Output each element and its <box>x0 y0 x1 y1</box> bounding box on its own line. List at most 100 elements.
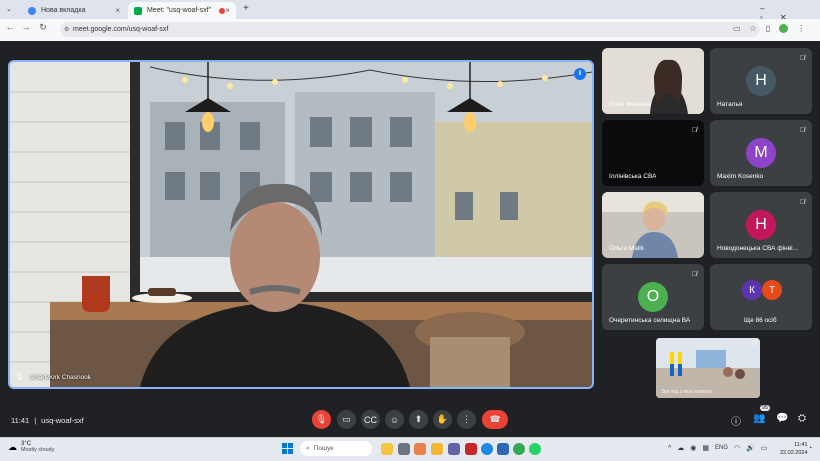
clock[interactable]: 11:41 22.02.2024 <box>780 441 808 457</box>
participant-avatar: M <box>746 138 776 168</box>
wifi-icon[interactable]: ◠ <box>734 444 740 452</box>
self-view[interactable]: 🎙̸ Вигляд з моєї камери <box>656 338 760 398</box>
more-participants-label: Ще 86 осіб <box>744 317 777 324</box>
url-text: meet.google.com/usq-woaf-sxf <box>73 26 169 33</box>
site-info-icon[interactable]: ⚙ <box>64 26 69 33</box>
search-placeholder: Пошук <box>313 445 334 452</box>
present-button[interactable]: ⬆ <box>409 410 428 429</box>
start-windows-icon[interactable] <box>282 443 293 454</box>
tab-search-icon[interactable]: ⌄ <box>6 5 16 15</box>
minimize-icon[interactable]: – <box>760 4 781 13</box>
recording-dot-icon <box>219 7 226 14</box>
app-icon[interactable] <box>465 443 477 455</box>
muted-mic-icon: 🎙̸ <box>691 199 697 206</box>
address-bar[interactable]: ⚙ meet.google.com/usq-woaf-sxf <box>60 22 760 37</box>
tab-meet[interactable]: Meet: "usq-woaf-sxf" × <box>128 2 236 19</box>
weather-widget[interactable]: ☁ 3°C Mostly cloudy <box>8 441 54 453</box>
chrome-taskbar-icon[interactable] <box>513 443 525 455</box>
meeting-code: usq-woaf-sxf <box>41 416 84 425</box>
store-icon[interactable] <box>497 443 509 455</box>
folder-icon[interactable] <box>431 443 443 455</box>
lang-indicator[interactable]: ENG <box>715 445 728 451</box>
sidebar-icon[interactable]: ▯ <box>766 24 770 33</box>
self-view-mic-icon: 🎙̸ <box>751 341 757 347</box>
meeting-time: 11:41 <box>11 416 30 425</box>
captions-button[interactable]: CC <box>361 410 380 429</box>
battery-icon[interactable]: ▭ <box>761 444 768 452</box>
muted-mic-icon: 🎙̸ <box>691 55 697 62</box>
task-view-icon[interactable] <box>398 443 410 455</box>
participant-avatar: О <box>638 282 668 312</box>
notification-icon[interactable]: ◔ <box>808 445 812 452</box>
emoji-button[interactable]: ☺ <box>385 410 404 429</box>
network-icon[interactable]: ▦ <box>702 444 709 452</box>
participant-tile[interactable]: Н 🎙̸ Наталья <box>710 48 812 114</box>
menu-icon[interactable]: ⋮ <box>797 24 805 33</box>
mic-toggle-button[interactable]: 🎙 <box>312 410 331 429</box>
self-view-label: Вигляд з моєї камери <box>662 389 712 395</box>
reload-icon[interactable]: ↻ <box>37 22 49 33</box>
file-explorer-icon[interactable] <box>381 443 393 455</box>
participant-avatar: Н <box>746 210 776 240</box>
chevron-up-icon[interactable]: ^ <box>668 445 671 452</box>
participant-avatar: Н <box>746 66 776 96</box>
participant-tile[interactable]: О 🎙̸ Очеретинська селищна ВА <box>602 264 704 330</box>
photos-icon[interactable] <box>414 443 426 455</box>
back-icon[interactable]: ← <box>4 22 16 32</box>
participant-name: Новодонецька СВА фінві... <box>717 245 798 252</box>
cast-icon[interactable]: ▭ <box>733 24 741 33</box>
profile-icon[interactable] <box>779 24 789 33</box>
participant-tile[interactable]: M 🎙̸ Maxim Kosenko <box>710 120 812 186</box>
muted-mic-icon: 🎙̸ <box>691 127 697 134</box>
tab-new-tab[interactable]: Нова вкладка × <box>22 2 126 19</box>
system-tray: ^ ☁ ◉ ▦ ENG ◠ 🔊 ▭ <box>668 444 768 453</box>
more-participants-tile[interactable]: К Т Ще 86 осіб <box>710 264 812 330</box>
meeting-details-icon[interactable]: ⓘ <box>731 413 741 428</box>
chat-icon[interactable]: 💬 <box>776 413 788 424</box>
edge-icon[interactable] <box>481 443 493 455</box>
bookmark-star-icon[interactable]: ☆ <box>750 24 757 33</box>
new-tab-button[interactable]: + <box>243 3 249 14</box>
teams-icon[interactable] <box>448 443 460 455</box>
main-speaker-video[interactable]: ⦀ 🎙 smartwork Chasnook <box>8 60 594 389</box>
forward-icon[interactable]: → <box>20 22 32 32</box>
leave-call-button[interactable]: ☎ <box>482 410 508 429</box>
participant-avatar: Т <box>762 280 782 300</box>
search-icon: ⌕ <box>306 444 310 452</box>
participant-tile[interactable]: 🎙̸ Іллінівська СВА <box>602 120 704 186</box>
participant-tile[interactable]: 🎙̸ Юлія Фесенко <box>602 48 704 114</box>
activities-icon[interactable]: ⛭ <box>798 413 806 424</box>
participant-avatar: К <box>742 280 762 300</box>
muted-mic-icon: 🎙̸ <box>799 127 805 134</box>
toolbar-icons: ▭ ☆ ▯ ⋮ <box>733 24 805 33</box>
meet-icon <box>134 6 142 15</box>
muted-mic-icon: 🎙̸ <box>799 199 805 206</box>
divider: | <box>34 416 37 425</box>
speaker-icon[interactable]: 🔊 <box>746 444 755 452</box>
tab-label: Нова вкладка <box>41 7 86 14</box>
speaker-mic-icon: 🎙 <box>15 374 24 381</box>
people-icon[interactable]: 👥 <box>753 413 765 424</box>
participant-name: Очеретинська селищна ВА <box>609 317 691 324</box>
cloud-icon[interactable]: ☁ <box>677 444 684 452</box>
more-options-button[interactable]: ⋮ <box>457 410 476 429</box>
speaker-name: smartwork Chasnook <box>30 374 92 381</box>
clock-time: 11:41 <box>794 442 808 448</box>
participant-tile[interactable]: Н 🎙̸ Новодонецька СВА фінві... <box>710 192 812 258</box>
weather-icon: ☁ <box>8 441 17 452</box>
speaker-scene <box>10 62 592 387</box>
participant-tile[interactable]: 🎙̸ Ольга Malik <box>602 192 704 258</box>
whatsapp-icon[interactable] <box>529 443 541 455</box>
camera-toggle-button[interactable]: ▭ <box>337 410 356 429</box>
raise-hand-button[interactable]: ✋ <box>433 410 452 429</box>
tab-close-icon[interactable]: × <box>225 6 230 15</box>
muted-mic-icon: 🎙̸ <box>799 55 805 62</box>
taskbar-search[interactable]: ⌕ Пошук <box>300 441 372 456</box>
participant-name: Наталья <box>717 101 743 108</box>
tab-label: Meet: "usq-woaf-sxf" <box>147 7 212 14</box>
muted-mic-icon: 🎙̸ <box>691 271 697 278</box>
tab-close-icon[interactable]: × <box>115 6 120 15</box>
participant-name: Іллінівська СВА <box>609 173 657 180</box>
app-tray-icon[interactable]: ◉ <box>690 444 696 452</box>
weather-desc: Mostly cloudy <box>21 447 55 453</box>
